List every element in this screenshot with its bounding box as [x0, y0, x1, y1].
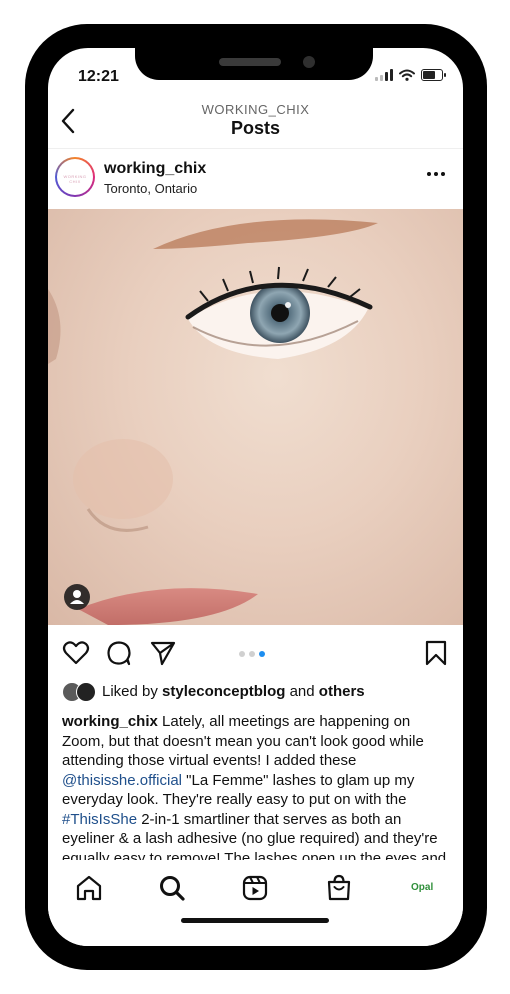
- more-options-button[interactable]: [427, 169, 447, 179]
- liker-username[interactable]: styleconceptblog: [162, 683, 285, 700]
- status-time: 12:21: [78, 68, 119, 85]
- caption-mention[interactable]: @thisisshe.official: [62, 772, 182, 789]
- speaker: [219, 58, 281, 66]
- bottom-tab-bar: Opal: [48, 860, 463, 946]
- caption-author[interactable]: working_chix: [62, 713, 158, 730]
- post-actions: [48, 636, 463, 672]
- battery-icon: [421, 69, 446, 81]
- likers-others[interactable]: others: [319, 683, 365, 700]
- post-caption: working_chix Lately, all meetings are ha…: [62, 713, 447, 862]
- opal-tab[interactable]: Opal: [411, 882, 433, 893]
- bookmark-icon[interactable]: [422, 639, 450, 667]
- post-username[interactable]: working_chix: [104, 160, 206, 178]
- post-header: WORKING CHIX working_chix Toronto, Ontar…: [48, 151, 463, 209]
- likes-summary[interactable]: Liked by styleconceptblog and others: [62, 682, 365, 702]
- posts-header: WORKING_CHIX Posts: [48, 96, 463, 149]
- liker-avatars: [62, 682, 96, 702]
- app-screen: 12:21 WORKING_CHIX Posts WORKING CHIX wo…: [48, 48, 463, 946]
- caption-hashtag[interactable]: #ThisIsShe: [62, 811, 137, 828]
- post-location[interactable]: Toronto, Ontario: [104, 181, 197, 196]
- home-indicator[interactable]: [181, 918, 329, 923]
- home-icon[interactable]: [74, 873, 104, 903]
- user-tag-button[interactable]: [64, 584, 90, 610]
- carousel-dot: [249, 651, 255, 657]
- shop-icon[interactable]: [324, 873, 354, 903]
- post-image[interactable]: [48, 209, 463, 625]
- front-camera: [303, 56, 315, 68]
- wifi-icon: [399, 69, 415, 81]
- cellular-signal-icon: [375, 69, 393, 81]
- heart-icon[interactable]: [62, 639, 90, 667]
- page-title: Posts: [230, 118, 281, 138]
- carousel-dot-active: [259, 651, 265, 657]
- status-icons: [375, 69, 446, 81]
- carousel-indicator: [239, 651, 265, 657]
- share-icon[interactable]: [149, 639, 177, 667]
- search-icon[interactable]: [157, 873, 187, 903]
- avatar-logo: WORKING CHIX: [63, 174, 87, 184]
- user-tag-icon: [70, 590, 84, 604]
- header-account-name: WORKING_CHIX: [201, 102, 310, 117]
- reels-icon[interactable]: [240, 873, 270, 903]
- comment-icon[interactable]: [105, 639, 133, 667]
- carousel-dot: [239, 651, 245, 657]
- avatar[interactable]: WORKING CHIX: [55, 157, 95, 197]
- face-closeup-photo: [48, 219, 378, 625]
- notch: [135, 48, 373, 80]
